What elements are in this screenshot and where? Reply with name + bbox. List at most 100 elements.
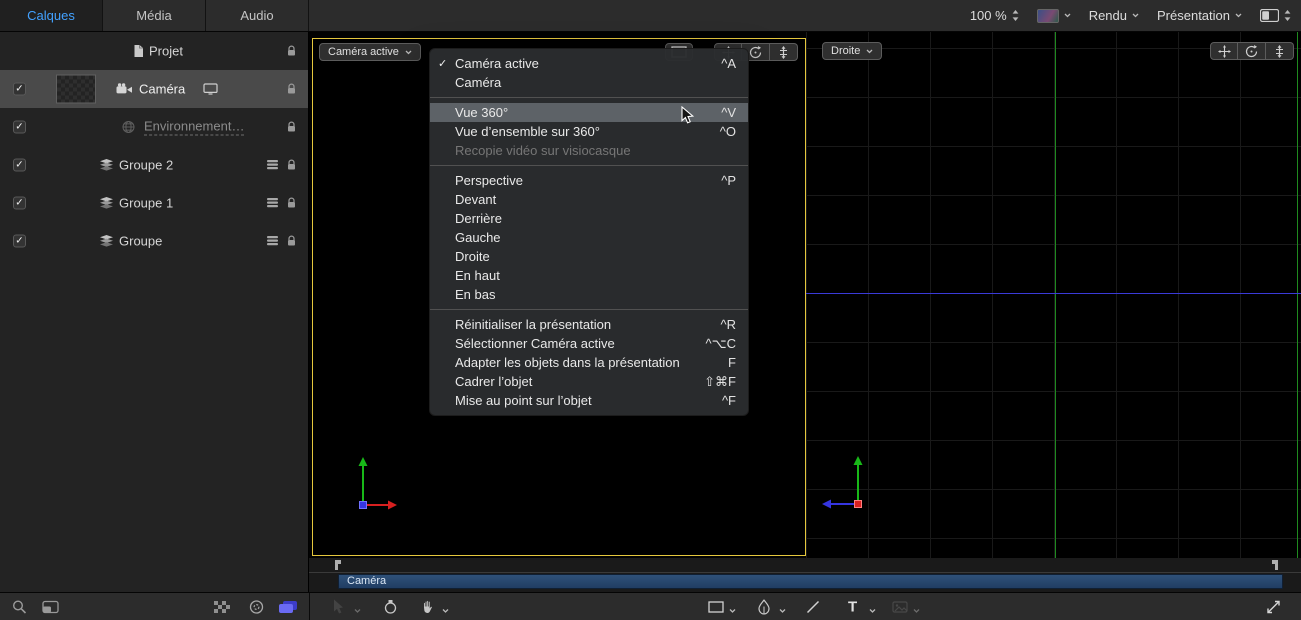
layer-row-right-icons xyxy=(266,159,297,171)
camera-view-dropdown-right[interactable]: Droite xyxy=(822,42,882,60)
menu-item-shortcut: ^V xyxy=(721,105,736,120)
presentation-label: Présentation xyxy=(1157,8,1230,23)
chevron-down-icon xyxy=(442,608,449,613)
menu-item-camera[interactable]: Caméra xyxy=(430,73,748,92)
sheet-icon xyxy=(266,160,279,170)
lock-icon[interactable] xyxy=(286,45,297,57)
rect-tool-icon[interactable] xyxy=(708,601,724,613)
visibility-checkbox[interactable]: ✓ xyxy=(13,121,26,134)
menu-item-label: Caméra active xyxy=(455,56,703,71)
dolly-tool-button[interactable] xyxy=(770,43,798,61)
checkerboard-icon[interactable] xyxy=(214,601,230,613)
visibility-checkbox[interactable]: ✓ xyxy=(13,235,26,248)
grid-blue-axis-line xyxy=(806,293,1301,294)
stack-icon xyxy=(99,159,114,171)
menu-item-adapter-les-objets-dans-la-presentation[interactable]: Adapter les objets dans la présentationF xyxy=(430,353,748,372)
visibility-checkbox[interactable]: ✓ xyxy=(13,197,26,210)
layer-row-camera[interactable]: ✓ Caméra xyxy=(0,70,308,108)
lock-icon[interactable] xyxy=(286,235,297,247)
menu-item-droite[interactable]: Droite xyxy=(430,247,748,266)
menu-separator xyxy=(430,165,748,166)
layer-label: Groupe 2 xyxy=(119,158,173,173)
layer-row-projet[interactable]: Projet xyxy=(0,32,308,70)
line-tool-icon[interactable] xyxy=(806,600,820,614)
image-tool-icon[interactable] xyxy=(892,601,908,613)
layer-label: Environnement… xyxy=(144,119,244,136)
frame-icon[interactable] xyxy=(42,600,59,613)
menu-item-label: Vue d’ensemble sur 360° xyxy=(455,124,702,139)
grid-green-line xyxy=(1297,32,1298,558)
pan-tool-button[interactable] xyxy=(1210,42,1238,60)
stepper-updown-icon xyxy=(1284,10,1291,21)
search-icon[interactable] xyxy=(12,599,27,614)
play-range-in-marker[interactable] xyxy=(334,559,343,571)
layer-row-groupe-1[interactable]: ✓Groupe 1 xyxy=(0,184,308,222)
menu-item-cadrer-l-objet[interactable]: Cadrer l’objet⇧⌘F xyxy=(430,372,748,391)
tab-calques[interactable]: Calques xyxy=(0,0,103,31)
tab-audio[interactable]: Audio xyxy=(206,0,309,31)
layers-icon[interactable] xyxy=(278,600,298,614)
lock-icon[interactable] xyxy=(286,197,297,209)
lock-icon[interactable] xyxy=(286,83,297,95)
menu-item-en-haut[interactable]: En haut xyxy=(430,266,748,285)
paint-tool-icon[interactable] xyxy=(758,599,770,614)
menu-item-vue-360[interactable]: Vue 360°^V xyxy=(430,103,748,122)
orbit-tool-button[interactable] xyxy=(1238,42,1266,60)
rendu-dropdown[interactable]: Rendu xyxy=(1089,8,1139,23)
hand-tool-icon[interactable] xyxy=(421,599,436,614)
camera-view-dropdown-left[interactable]: Caméra active xyxy=(319,43,421,61)
menu-item-label: Perspective xyxy=(455,173,703,188)
layer-row-right-icons xyxy=(286,121,297,133)
bezier-tool-icon[interactable] xyxy=(383,599,398,614)
menu-item-selectionner-camera-active[interactable]: Sélectionner Caméra active^⌥C xyxy=(430,334,748,353)
stack-icon xyxy=(99,235,114,247)
menu-item-shortcut: ^A xyxy=(721,56,736,71)
play-range-out-marker[interactable] xyxy=(1270,559,1279,571)
panel-layout-button[interactable] xyxy=(1260,9,1291,22)
visibility-checkbox[interactable]: ✓ xyxy=(13,83,26,96)
chevron-down-icon xyxy=(913,608,920,613)
chevron-down-icon xyxy=(405,50,412,55)
menu-item-perspective[interactable]: Perspective^P xyxy=(430,171,748,190)
presentation-dropdown[interactable]: Présentation xyxy=(1157,8,1242,23)
dolly-tool-button[interactable] xyxy=(1266,42,1294,60)
layer-row-groupe[interactable]: ✓Groupe xyxy=(0,222,308,260)
text-tool-icon[interactable]: T xyxy=(848,599,857,614)
zoom-control[interactable]: 100 % xyxy=(970,8,1019,23)
menu-item-reinitialiser-la-presentation[interactable]: Réinitialiser la présentation^R xyxy=(430,315,748,334)
layer-label: Caméra xyxy=(139,82,185,97)
timeline: Caméra xyxy=(309,558,1301,592)
stepper-updown-icon[interactable] xyxy=(1012,10,1019,21)
text-tool-glyph: T xyxy=(848,598,857,615)
chevron-down-icon xyxy=(729,608,736,613)
globe-icon xyxy=(122,121,135,134)
lock-icon[interactable] xyxy=(286,159,297,171)
camera-icon xyxy=(116,83,133,95)
menu-item-label: Droite xyxy=(455,249,718,264)
layer-label: Projet xyxy=(149,44,183,59)
grid-green-axis-line xyxy=(1055,32,1056,558)
viewport-right[interactable]: Droite xyxy=(806,32,1301,558)
dolly-icon xyxy=(778,46,789,59)
menu-item-devant[interactable]: Devant xyxy=(430,190,748,209)
layer-row-environnement[interactable]: ✓ Environnement… xyxy=(0,108,308,146)
menu-item-derriere[interactable]: Derrière xyxy=(430,209,748,228)
menu-item-camera-active[interactable]: ✓Caméra active^A xyxy=(430,54,748,73)
menu-item-gauche[interactable]: Gauche xyxy=(430,228,748,247)
visibility-checkbox[interactable]: ✓ xyxy=(13,159,26,172)
lock-icon[interactable] xyxy=(286,121,297,133)
menu-item-label: Recopie vidéo sur visiocasque xyxy=(455,143,718,158)
canvas-area: Caméra active Droite xyxy=(309,32,1301,558)
aperture-icon[interactable] xyxy=(249,599,264,614)
tab-media[interactable]: Média xyxy=(103,0,206,31)
expand-icon[interactable] xyxy=(1266,599,1281,614)
timeline-track-camera[interactable]: Caméra xyxy=(338,574,1283,589)
menu-item-en-bas[interactable]: En bas xyxy=(430,285,748,304)
arrow-tool-icon[interactable] xyxy=(333,599,345,614)
layer-row-groupe-2[interactable]: ✓ Groupe 2 xyxy=(0,146,308,184)
menu-item-vue-d-ensemble-sur-360[interactable]: Vue d’ensemble sur 360°^O xyxy=(430,122,748,141)
menu-item-mise-au-point-sur-l-objet[interactable]: Mise au point sur l’objet^F xyxy=(430,391,748,410)
color-swatch-dropdown[interactable] xyxy=(1037,9,1071,23)
axis-gizmo-left xyxy=(331,451,403,513)
menu-item-label: Devant xyxy=(455,192,718,207)
